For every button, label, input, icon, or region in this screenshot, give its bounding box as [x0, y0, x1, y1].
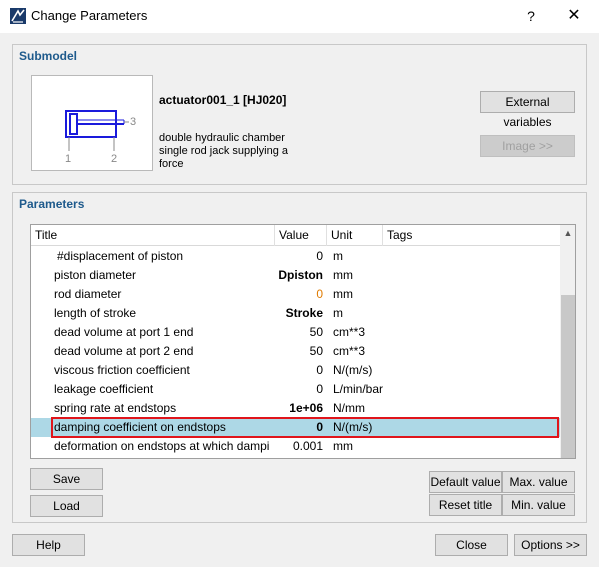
- table-row[interactable]: dead volume at port 1 end 50 cm**3: [31, 323, 560, 342]
- submodel-group: Submodel 1 2 3 actuator001_1 [HJ020] dou…: [12, 44, 587, 185]
- cell-value[interactable]: 0: [275, 380, 323, 399]
- close-icon[interactable]: ✕: [559, 4, 589, 28]
- cell-unit: L/min/bar: [333, 382, 384, 396]
- cell-unit: m: [333, 306, 343, 320]
- parameters-table[interactable]: Title Value Unit Tags #displacement of p…: [30, 224, 576, 459]
- help-icon[interactable]: ?: [521, 6, 541, 26]
- cell-title: length of stroke: [54, 306, 137, 320]
- column-header-value[interactable]: Value: [275, 225, 327, 246]
- cell-title: leakage coefficient: [54, 382, 154, 396]
- description-line: double hydraulic chamber: [159, 132, 285, 144]
- close-button[interactable]: Close: [435, 534, 508, 556]
- table-row[interactable]: #displacement of piston 0 m: [31, 247, 560, 266]
- cell-value[interactable]: 1e+06: [275, 399, 323, 418]
- parameters-heading: Parameters: [19, 197, 85, 211]
- save-button[interactable]: Save: [30, 468, 103, 490]
- scroll-up-icon[interactable]: ▲: [560, 225, 575, 241]
- cell-value[interactable]: Stroke: [275, 304, 323, 323]
- help-button[interactable]: Help: [12, 534, 85, 556]
- submodel-heading: Submodel: [19, 49, 78, 63]
- cell-value[interactable]: 0.001: [275, 437, 323, 456]
- cell-unit: cm**3: [333, 325, 366, 339]
- description-line: force: [159, 158, 184, 170]
- submodel-image: 1 2 3: [31, 75, 153, 171]
- reset-title-button[interactable]: Reset title: [429, 494, 502, 516]
- port-label-3: 3: [130, 116, 137, 128]
- table-row[interactable]: viscous friction coefficient 0 N/(m/s): [31, 361, 560, 380]
- cell-unit: mm: [333, 268, 353, 282]
- table-row[interactable]: dead volume at port 2 end 50 cm**3: [31, 342, 560, 361]
- column-header-tags[interactable]: Tags: [383, 225, 560, 246]
- cell-unit: mm: [333, 439, 353, 453]
- cell-title: piston diameter: [54, 268, 137, 282]
- cell-unit: N/mm: [333, 401, 365, 415]
- cell-unit: mm: [333, 287, 353, 301]
- cell-value[interactable]: 50: [275, 342, 323, 361]
- cell-value[interactable]: 0: [275, 361, 323, 380]
- port-label-1: 1: [65, 153, 72, 165]
- cell-unit: cm**3: [333, 344, 366, 358]
- table-row-selected[interactable]: damping coefficient on endstops 0 N/(m/s): [31, 417, 560, 438]
- table-header: Title Value Unit Tags: [31, 225, 560, 246]
- cell-title: #displacement of piston: [57, 249, 184, 263]
- port-label-2: 2: [111, 153, 118, 165]
- table-row[interactable]: deformation on endstops at which dampin.…: [31, 437, 560, 456]
- app-icon: [10, 8, 26, 24]
- submodel-description: double hydraulic chamber single rod jack…: [159, 132, 288, 171]
- cell-title: dead volume at port 2 end: [54, 344, 194, 358]
- selection-highlight: [51, 417, 559, 438]
- cell-title: deformation on endstops at which dampin.…: [54, 439, 269, 453]
- cell-title: spring rate at endstops: [54, 401, 177, 415]
- cell-value[interactable]: 0: [275, 285, 323, 304]
- min-value-button[interactable]: Min. value: [502, 494, 575, 516]
- image-button[interactable]: Image >>: [480, 135, 575, 157]
- table-row[interactable]: length of stroke Stroke m: [31, 304, 560, 323]
- load-button[interactable]: Load: [30, 495, 103, 517]
- table-row[interactable]: piston diameter Dpiston mm: [31, 266, 560, 285]
- submodel-name: actuator001_1 [HJ020]: [159, 93, 287, 107]
- external-variables-button[interactable]: External variables: [480, 91, 575, 129]
- table-row[interactable]: spring rate at endstops 1e+06 N/mm: [31, 399, 560, 418]
- cell-title: viscous friction coefficient: [54, 363, 190, 377]
- vertical-scrollbar[interactable]: ▲: [560, 225, 575, 458]
- cell-value[interactable]: 0: [275, 247, 323, 266]
- column-header-unit[interactable]: Unit: [327, 225, 383, 246]
- cell-unit: N/(m/s): [333, 363, 373, 377]
- window-title: Change Parameters: [31, 8, 148, 23]
- column-header-title[interactable]: Title: [31, 225, 275, 246]
- cell-value[interactable]: Dpiston: [275, 266, 323, 285]
- table-row[interactable]: leakage coefficient 0 L/min/bar: [31, 380, 560, 399]
- description-line: single rod jack supplying a: [159, 145, 289, 157]
- title-bar: Change Parameters ? ✕: [0, 0, 599, 33]
- cell-unit: m: [333, 249, 343, 263]
- default-value-button[interactable]: Default value: [429, 471, 502, 493]
- table-row[interactable]: rod diameter 0 mm: [31, 285, 560, 304]
- max-value-button[interactable]: Max. value: [502, 471, 575, 493]
- cell-title: dead volume at port 1 end: [54, 325, 194, 339]
- parameters-group: Parameters Title Value Unit Tags #displa…: [12, 192, 587, 523]
- scroll-thumb[interactable]: [561, 295, 575, 458]
- options-button[interactable]: Options >>: [514, 534, 587, 556]
- cell-title: rod diameter: [54, 287, 122, 301]
- cell-value[interactable]: 50: [275, 323, 323, 342]
